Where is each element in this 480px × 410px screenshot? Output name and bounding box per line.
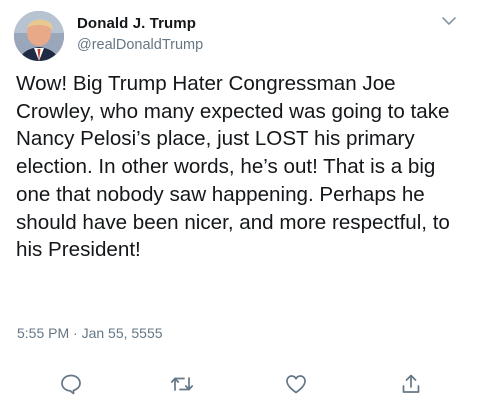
tweet-card: Donald J. Trump @realDonaldTrump Wow! Bi… bbox=[0, 0, 480, 410]
chevron-down-icon[interactable] bbox=[440, 14, 458, 28]
tweet-actions bbox=[0, 372, 480, 396]
share-icon[interactable] bbox=[399, 372, 423, 396]
avatar[interactable] bbox=[14, 11, 64, 61]
author-name[interactable]: Donald J. Trump bbox=[77, 15, 196, 32]
tweet-timestamp[interactable]: 5:55 PM · Jan 55, 5555 bbox=[17, 325, 163, 341]
retweet-icon[interactable] bbox=[170, 372, 194, 396]
tweet-text: Wow! Big Trump Hater Congressman Joe Cro… bbox=[16, 72, 450, 262]
reply-icon[interactable] bbox=[59, 372, 83, 396]
heart-icon[interactable] bbox=[284, 372, 308, 396]
author-handle[interactable]: @realDonaldTrump bbox=[77, 37, 203, 53]
